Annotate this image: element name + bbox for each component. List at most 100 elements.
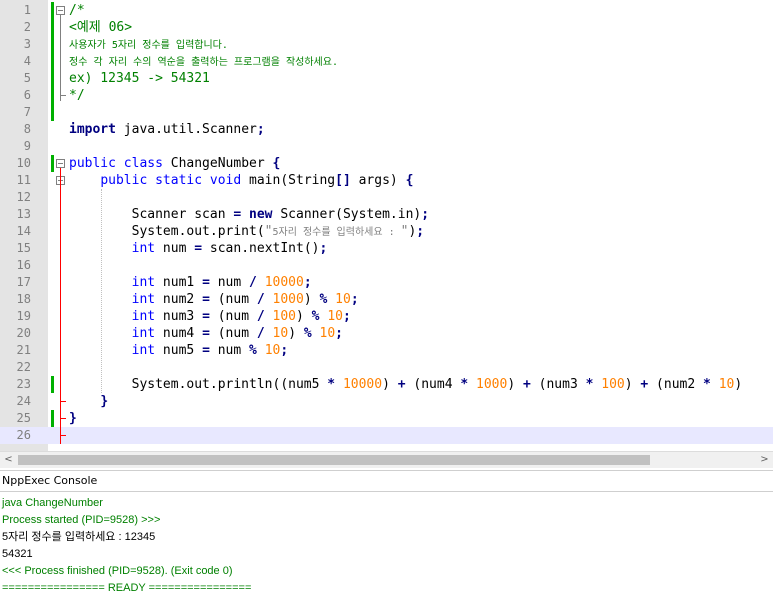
code-token: 사용자가 5자리 정수를 입력합니다. bbox=[69, 40, 228, 51]
code-token: Scanner scan bbox=[69, 207, 234, 222]
scroll-left-icon[interactable]: < bbox=[0, 452, 17, 468]
scroll-right-icon[interactable]: > bbox=[756, 452, 773, 468]
code-line[interactable]: 6 */ bbox=[0, 87, 773, 104]
code-token: + bbox=[522, 377, 531, 392]
horizontal-scrollbar[interactable]: < > bbox=[0, 451, 773, 468]
line-number: 18 bbox=[16, 292, 31, 306]
console-output[interactable]: java ChangeNumber Process started (PID=95… bbox=[0, 492, 773, 616]
code-text: public class ChangeNumber { bbox=[69, 155, 280, 172]
code-line[interactable]: 25} bbox=[0, 410, 773, 427]
code-line[interactable]: 23 System.out.println((num5 * 10000) + (… bbox=[0, 376, 773, 393]
code-token: new bbox=[249, 207, 273, 222]
code-token: = bbox=[202, 309, 210, 324]
code-token: int bbox=[131, 326, 156, 341]
fold-minus-icon[interactable] bbox=[56, 159, 65, 168]
code-text: int num4 = (num / 10) % 10; bbox=[69, 325, 343, 342]
code-line[interactable]: 1 /* bbox=[0, 2, 773, 19]
code-line[interactable]: 17 int num1 = num / 10000; bbox=[0, 274, 773, 291]
code-token: ChangeNumber bbox=[162, 156, 273, 171]
code-token: ) bbox=[507, 377, 523, 392]
console-line: Process started (PID=9528) >>> bbox=[2, 514, 161, 526]
line-number: 26 bbox=[16, 428, 31, 442]
code-token: ) bbox=[296, 309, 312, 324]
code-line[interactable]: 13 Scanner scan = new Scanner(System.in)… bbox=[0, 206, 773, 223]
code-line[interactable]: 21 int num5 = num % 10; bbox=[0, 342, 773, 359]
code-token: / bbox=[256, 326, 265, 341]
code-token: int bbox=[131, 275, 156, 290]
code-token: (num bbox=[209, 326, 257, 341]
code-token: 5자리 정수를 입력하세요 : bbox=[272, 227, 401, 238]
code-text: } bbox=[69, 393, 108, 410]
fold-minus-icon[interactable] bbox=[56, 6, 65, 15]
line-number: 2 bbox=[23, 20, 31, 34]
code-text: int num = scan.nextInt(); bbox=[69, 240, 328, 257]
code-token: ; bbox=[319, 241, 328, 256]
code-token: ; bbox=[256, 122, 265, 137]
code-token: " bbox=[264, 224, 273, 239]
code-line[interactable]: 7 bbox=[0, 104, 773, 121]
change-marker bbox=[51, 410, 54, 427]
code-line[interactable]: 15 int num = scan.nextInt(); bbox=[0, 240, 773, 257]
code-line[interactable]: 16 bbox=[0, 257, 773, 274]
console-line: 54321 bbox=[2, 548, 33, 560]
scrollbar-thumb[interactable] bbox=[18, 455, 650, 465]
code-line[interactable]: 11 public static void main(String[] args… bbox=[0, 172, 773, 189]
code-line[interactable]: 20 int num4 = (num / 10) % 10; bbox=[0, 325, 773, 342]
line-number: 7 bbox=[23, 105, 31, 119]
fold-line bbox=[60, 15, 61, 101]
code-line[interactable]: 24 } bbox=[0, 393, 773, 410]
code-line[interactable]: 9 bbox=[0, 138, 773, 155]
line-number: 4 bbox=[23, 54, 31, 68]
line-number: 23 bbox=[16, 377, 31, 391]
line-number: 6 bbox=[23, 88, 31, 102]
code-token: = bbox=[202, 275, 210, 290]
code-text: int num3 = (num / 100) % 10; bbox=[69, 308, 351, 325]
code-token: 정수 각 자리 수의 역순을 출력하는 프로그램을 작성하세요. bbox=[69, 57, 338, 68]
code-token: 10 bbox=[335, 292, 351, 307]
code-line[interactable]: 22 bbox=[0, 359, 773, 376]
code-token: { bbox=[272, 156, 281, 171]
line-number: 25 bbox=[16, 411, 31, 425]
code-token: import bbox=[69, 122, 116, 137]
code-line[interactable]: 8 import java.util.Scanner; bbox=[0, 121, 773, 138]
code-text: 사용자가 5자리 정수를 입력합니다. bbox=[69, 36, 228, 54]
code-line[interactable]: 26 bbox=[0, 427, 773, 444]
code-line[interactable]: 3 사용자가 5자리 정수를 입력합니다. bbox=[0, 36, 773, 53]
fold-line bbox=[60, 168, 61, 444]
code-token: ) bbox=[288, 326, 304, 341]
code-line[interactable]: 10 public class ChangeNumber { bbox=[0, 155, 773, 172]
code-line[interactable]: 2 <예제 06> bbox=[0, 19, 773, 36]
code-line[interactable]: 5 ex) 12345 -> 54321 bbox=[0, 70, 773, 87]
code-line[interactable]: 14 System.out.print("5자리 정수를 입력하세요 : "); bbox=[0, 223, 773, 240]
change-marker bbox=[51, 2, 54, 121]
code-text: } bbox=[69, 410, 77, 427]
code-token: 100 bbox=[601, 377, 625, 392]
code-line[interactable]: 19 int num3 = (num / 100) % 10; bbox=[0, 308, 773, 325]
line-number: 15 bbox=[16, 241, 31, 255]
code-token: ) bbox=[303, 292, 320, 307]
code-text: <예제 06> bbox=[69, 19, 132, 36]
code-token: num4 bbox=[155, 326, 203, 341]
code-text: 정수 각 자리 수의 역순을 출력하는 프로그램을 작성하세요. bbox=[69, 53, 338, 71]
code-token: [] bbox=[335, 173, 351, 188]
fold-line bbox=[60, 435, 66, 436]
code-token: num bbox=[209, 343, 250, 358]
code-token: main(String bbox=[241, 173, 336, 188]
code-line[interactable]: 12 bbox=[0, 189, 773, 206]
code-token: * bbox=[327, 377, 336, 392]
change-marker bbox=[51, 376, 54, 393]
code-text: import java.util.Scanner; bbox=[69, 121, 265, 138]
code-text: int num2 = (num / 1000) % 10; bbox=[69, 291, 359, 308]
code-line[interactable]: 4 정수 각 자리 수의 역순을 출력하는 프로그램을 작성하세요. bbox=[0, 53, 773, 70]
code-editor[interactable]: 1/* 2 <예제 06> 3 사용자가 5자리 정수를 입력합니다. 4 정수 각 자리 … bbox=[0, 0, 773, 452]
code-line[interactable]: 18 int num2 = (num / 1000) % 10; bbox=[0, 291, 773, 308]
code-token: 100 bbox=[272, 309, 297, 324]
change-marker bbox=[51, 155, 54, 172]
line-number: 1 bbox=[23, 3, 31, 17]
